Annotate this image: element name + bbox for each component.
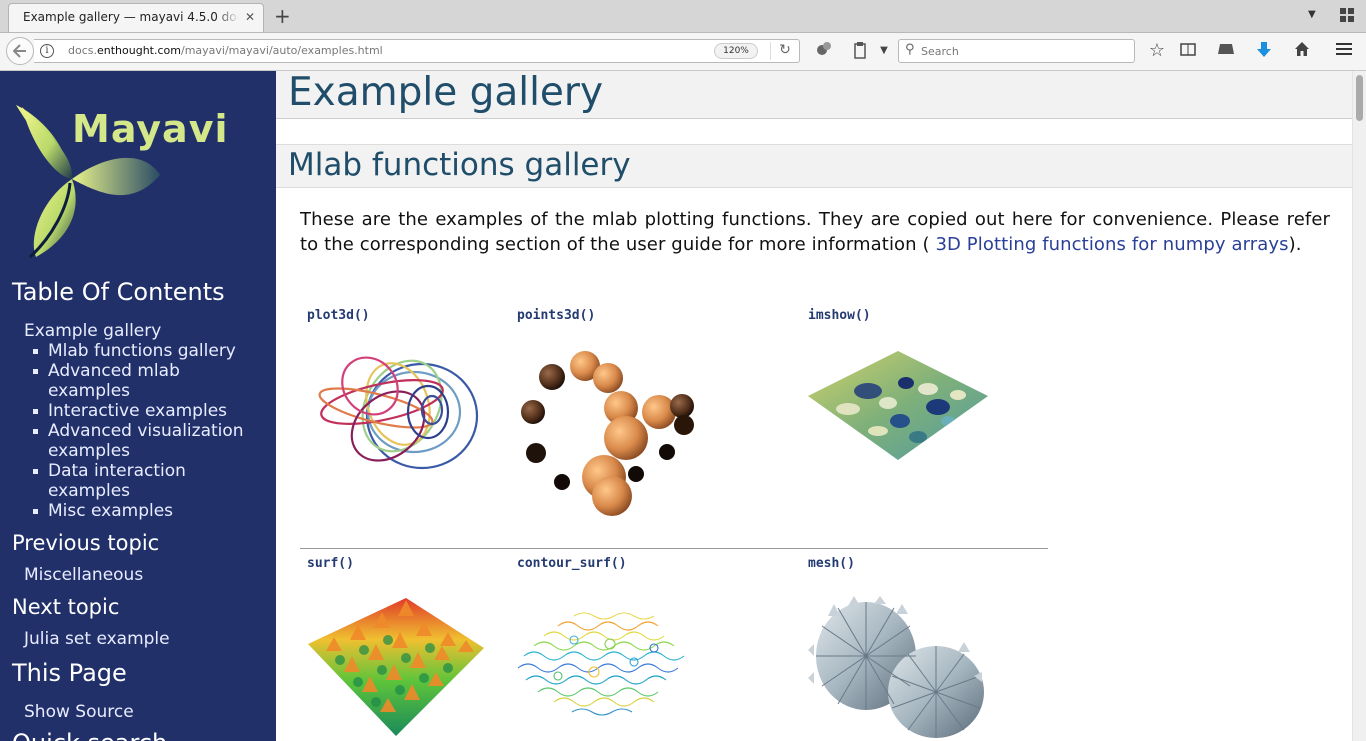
search-input[interactable]: ⚲ Search [898, 39, 1135, 63]
sidebar: Mayavi Table Of Contents Example gallery… [0, 71, 276, 741]
back-arrow-icon [12, 44, 26, 58]
show-source-link[interactable]: Show Source [24, 702, 134, 722]
gallery-row-divider [300, 548, 1048, 549]
downloads-icon[interactable] [1254, 41, 1274, 61]
reload-icon[interactable]: ↻ [770, 42, 799, 60]
navigation-bar: i docs.enthought.com/mayavi/mayavi/auto/… [0, 33, 1366, 71]
surf-thumbnail[interactable] [306, 596, 486, 741]
scrollbar-thumb[interactable] [1356, 75, 1363, 121]
menu-hamburger-icon[interactable] [1334, 41, 1354, 61]
extension-icon[interactable] [814, 41, 834, 61]
search-icon: ⚲ [905, 42, 915, 57]
zoom-level-badge[interactable]: 120% [714, 43, 758, 59]
points3d-thumbnail[interactable] [516, 346, 701, 531]
quick-search-heading: Quick search [12, 729, 167, 741]
next-topic-link[interactable]: Julia set example [24, 629, 170, 649]
toc-item-advanced-visualization[interactable]: Advanced visualization examples [32, 421, 253, 461]
tab-groups-icon[interactable] [1340, 8, 1354, 22]
tab-example-gallery[interactable]: Example gallery — mayavi 4.5.0 documenta… [8, 3, 264, 32]
tab-title: Example gallery — mayavi 4.5.0 documenta… [23, 10, 239, 24]
this-page-heading: This Page [12, 659, 127, 687]
list-all-tabs-icon[interactable]: ▼ [1308, 9, 1316, 20]
imshow-thumbnail[interactable] [808, 351, 988, 461]
toc-item-advanced-mlab[interactable]: Advanced mlab examples [32, 361, 198, 401]
toc-item-mlab-functions[interactable]: Mlab functions gallery [32, 341, 268, 361]
section-title: Mlab functions gallery [288, 147, 631, 183]
gallery-label-contour-surf[interactable]: contour_surf() [517, 556, 627, 571]
contour-surf-thumbnail[interactable] [514, 596, 694, 721]
previous-topic-heading: Previous topic [12, 531, 160, 555]
gallery-label-surf[interactable]: surf() [307, 556, 354, 571]
gallery-label-mesh[interactable]: mesh() [808, 556, 855, 571]
new-tab-button[interactable]: + [274, 4, 291, 28]
gallery-label-points3d[interactable]: points3d() [517, 308, 595, 323]
site-info-icon[interactable]: i [40, 44, 54, 58]
gallery-label-imshow[interactable]: imshow() [808, 308, 871, 323]
back-button[interactable] [6, 37, 34, 65]
previous-topic-link[interactable]: Miscellaneous [24, 565, 143, 585]
page-scrollbar[interactable] [1352, 71, 1366, 741]
mayavi-logo[interactable]: Mayavi [12, 87, 228, 263]
toc-list: Mlab functions gallery Advanced mlab exa… [32, 341, 268, 521]
url-bar[interactable]: i docs.enthought.com/mayavi/mayavi/auto/… [34, 39, 800, 63]
clipboard-icon[interactable] [850, 41, 870, 61]
url-text[interactable]: docs.enthought.com/mayavi/mayavi/auto/ex… [68, 44, 383, 57]
toc-item-misc[interactable]: Misc examples [32, 501, 268, 521]
intro-paragraph: These are the examples of the mlab plott… [300, 209, 1330, 255]
plot3d-thumbnail[interactable] [312, 346, 482, 476]
gallery-label-plot3d[interactable]: plot3d() [307, 308, 370, 323]
next-topic-heading: Next topic [12, 595, 120, 619]
search-placeholder: Search [921, 45, 959, 58]
toc-item-data-interaction[interactable]: Data interaction examples [32, 461, 198, 501]
pocket-icon[interactable] [1216, 41, 1236, 61]
toc-item-interactive[interactable]: Interactive examples [32, 401, 268, 421]
home-icon[interactable] [1292, 41, 1312, 61]
main-content: Example gallery Mlab functions gallery T… [276, 71, 1352, 741]
toc-heading: Table Of Contents [12, 278, 225, 306]
tab-bar: Example gallery — mayavi 4.5.0 documenta… [0, 0, 1366, 33]
page-title-bar: Example gallery [276, 71, 1352, 119]
logo-text: Mayavi [72, 107, 229, 151]
reading-list-icon[interactable] [1178, 41, 1198, 61]
toc-root-link[interactable]: Example gallery [24, 321, 161, 341]
mesh-thumbnail[interactable] [808, 596, 988, 741]
close-tab-icon[interactable]: ✕ [245, 10, 255, 24]
clipboard-dropdown-icon[interactable]: ▼ [874, 41, 894, 61]
bookmark-star-icon[interactable]: ☆ [1147, 41, 1167, 61]
page-title: Example gallery [288, 71, 604, 115]
section-title-bar: Mlab functions gallery [276, 144, 1352, 188]
plotting-functions-link[interactable]: 3D Plotting functions for numpy arrays [935, 234, 1288, 255]
